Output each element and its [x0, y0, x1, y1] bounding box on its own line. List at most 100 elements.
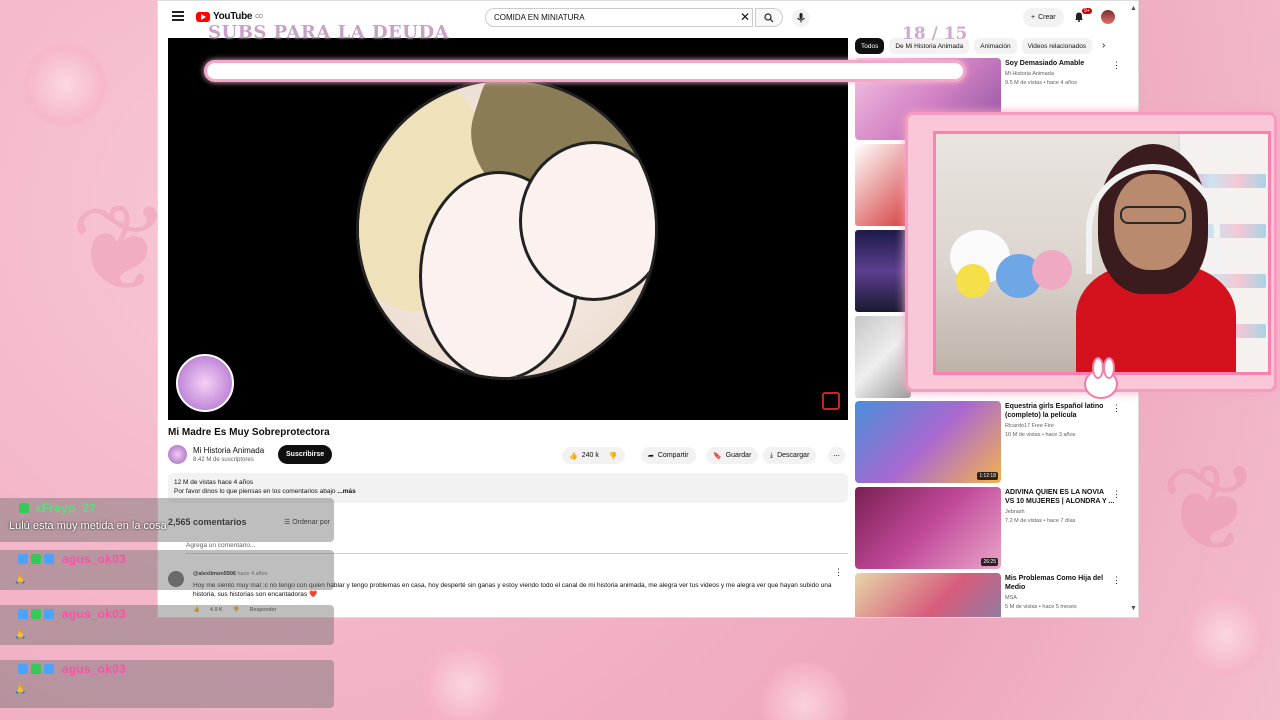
chip-todos[interactable]: Todos: [855, 38, 885, 54]
video-thumbnail[interactable]: 26:25: [855, 487, 1001, 569]
video-thumbnail[interactable]: [855, 144, 911, 226]
sidebar-video-meta: 10 M de vistas • hace 3 años: [1005, 432, 1076, 438]
description-text: Por favor dinos lo que piensas en los co…: [174, 488, 336, 495]
channel-subscriber-count: 8.42 M de suscriptores: [193, 457, 254, 463]
end-screen-icon[interactable]: [822, 392, 840, 410]
clear-search-icon[interactable]: ✕: [740, 10, 750, 24]
video-artwork: [356, 78, 658, 380]
microphone-icon: [797, 13, 805, 23]
menu-icon[interactable]: [172, 11, 184, 21]
background-flower-decoration: [760, 660, 850, 720]
scroll-up-icon[interactable]: ▲: [1130, 5, 1137, 12]
streamer: [1076, 144, 1236, 372]
subscribe-button[interactable]: Suscribirse: [278, 445, 333, 464]
like-count[interactable]: 240 k: [582, 452, 599, 459]
like-icon[interactable]: 👍: [569, 452, 578, 460]
channel-avatar[interactable]: [168, 445, 187, 464]
chat-username[interactable]: agus_ok03: [62, 552, 126, 566]
related-filter-chips: Todos De Mi Historia Animada Animación V…: [855, 38, 1093, 54]
sidebar-video-item[interactable]: 26:25 ADIVINA QUIEN ES LA NOVIA VS 10 MU…: [855, 487, 1125, 569]
video-menu-icon[interactable]: ⋮: [1112, 403, 1121, 414]
channel-name[interactable]: Mi Historia Animada: [193, 446, 264, 455]
account-avatar[interactable]: [1101, 10, 1115, 24]
subs-goal-progress-bar: [204, 60, 966, 82]
chat-emote-icon: 🙏: [14, 684, 27, 695]
chat-username[interactable]: xFreyp_27: [35, 501, 96, 515]
scroll-down-icon[interactable]: ▼: [1130, 605, 1137, 612]
youtube-play-icon: [196, 11, 210, 22]
chat-emote-icon: 🙏: [14, 629, 27, 640]
chevron-right-icon[interactable]: ›: [1102, 40, 1105, 51]
notification-count-badge: 9+: [1082, 8, 1092, 14]
video-menu-icon[interactable]: ⋮: [1112, 489, 1121, 500]
chip-videos-relacionados[interactable]: Videos relacionados: [1021, 38, 1093, 54]
sidebar-video-title[interactable]: Soy Demasiado Amable: [1005, 59, 1115, 68]
video-thumbnail[interactable]: [855, 316, 911, 398]
chat-badge-icon: [31, 664, 41, 674]
chat-text: Lulú esta muy metida en la cosa: [9, 520, 167, 532]
video-thumbnail[interactable]: 1:12:18: [855, 401, 1001, 483]
sidebar-video-title[interactable]: Mis Problemas Como Hija del Medio: [1005, 574, 1115, 592]
chat-message: agus_ok03 🙏: [0, 660, 334, 708]
save-button[interactable]: 🔖 Guardar: [706, 447, 759, 464]
chat-badge-icon: [31, 554, 41, 564]
chat-username[interactable]: agus_ok03: [62, 662, 126, 676]
chat-username[interactable]: agus_ok03: [62, 607, 126, 621]
chat-badge-icon: [44, 609, 54, 619]
chat-badge-icon: [44, 664, 54, 674]
background-flower-decoration: [420, 640, 510, 720]
video-menu-icon[interactable]: ⋮: [1112, 575, 1121, 586]
sidebar-video-channel[interactable]: Jebrash: [1005, 509, 1025, 515]
channel-watermark-avatar[interactable]: [176, 354, 234, 412]
download-icon: ⤓: [770, 451, 774, 459]
sidebar-video-meta: 5 M de vistas • hace 5 meses: [1005, 604, 1077, 610]
chip-animacion[interactable]: Animación: [974, 38, 1017, 54]
search-icon: [764, 13, 774, 23]
youtube-country-code: CO: [255, 13, 263, 20]
sidebar-video-meta: 9.5 M de vistas • hace 4 años: [1005, 80, 1077, 86]
video-thumbnail[interactable]: [855, 230, 911, 312]
create-button[interactable]: + Crear: [1023, 8, 1064, 27]
bunny-decoration-icon: [1084, 357, 1118, 399]
share-button[interactable]: ➦ Compartir: [641, 447, 696, 464]
sidebar-video-title[interactable]: Equestria girls Español latino (completo…: [1005, 402, 1115, 420]
webcam-frame: [905, 112, 1277, 399]
sidebar-video-item[interactable]: 1:12:18 Equestria girls Español latino (…: [855, 401, 1125, 483]
save-label: Guardar: [725, 452, 752, 459]
video-player[interactable]: [168, 38, 848, 420]
artwork-face-right: [519, 141, 655, 301]
sidebar-video-meta: 7.2 M de vistas • hace 7 días: [1005, 518, 1076, 524]
webcam-video: [933, 131, 1271, 375]
sidebar-video-channel[interactable]: Ricardo17 Free Fire: [1005, 423, 1054, 429]
sidebar-video-channel[interactable]: Mi Historia Animada: [1005, 71, 1054, 77]
video-menu-icon[interactable]: ⋮: [1112, 60, 1121, 71]
voice-search-button[interactable]: [792, 9, 810, 27]
youtube-logo-text: YouTube: [213, 11, 253, 22]
chat-emote-icon: 🙏: [14, 574, 27, 585]
comment-menu-icon[interactable]: ⋮: [834, 567, 843, 578]
download-button[interactable]: ⤓ Descargar: [763, 447, 817, 464]
chat-badge-icon: [31, 609, 41, 619]
video-title: Mi Madre Es Muy Sobreprotectora: [168, 427, 330, 438]
chat-badge-icon: [44, 554, 54, 564]
background-flower-decoration: [1180, 590, 1270, 680]
plus-icon: +: [1031, 14, 1036, 21]
video-duration: 1:12:18: [977, 472, 998, 480]
chat-badge-icon: [18, 664, 28, 674]
video-thumbnail[interactable]: [855, 573, 1001, 617]
search-input[interactable]: COMIDA EN MINIATURA: [485, 8, 753, 27]
share-icon: ➦: [648, 452, 654, 460]
show-more-link[interactable]: ...más: [337, 488, 355, 495]
background-butterfly-decoration: ❦: [70, 180, 171, 319]
dislike-icon[interactable]: 👎: [609, 452, 618, 460]
share-label: Compartir: [657, 452, 689, 459]
video-duration: 26:25: [981, 558, 998, 566]
sidebar-video-channel[interactable]: MSA: [1005, 595, 1017, 601]
sidebar-video-item[interactable]: Mis Problemas Como Hija del Medio MSA 5 …: [855, 573, 1125, 617]
more-actions-button[interactable]: ⋯: [828, 447, 845, 464]
search-button[interactable]: [755, 8, 783, 27]
youtube-logo[interactable]: YouTube CO: [196, 11, 263, 22]
create-label: Crear: [1038, 14, 1056, 21]
more-horizontal-icon: ⋯: [833, 452, 840, 460]
sidebar-video-title[interactable]: ADIVINA QUIEN ES LA NOVIA VS 10 MUJERES …: [1005, 488, 1115, 506]
